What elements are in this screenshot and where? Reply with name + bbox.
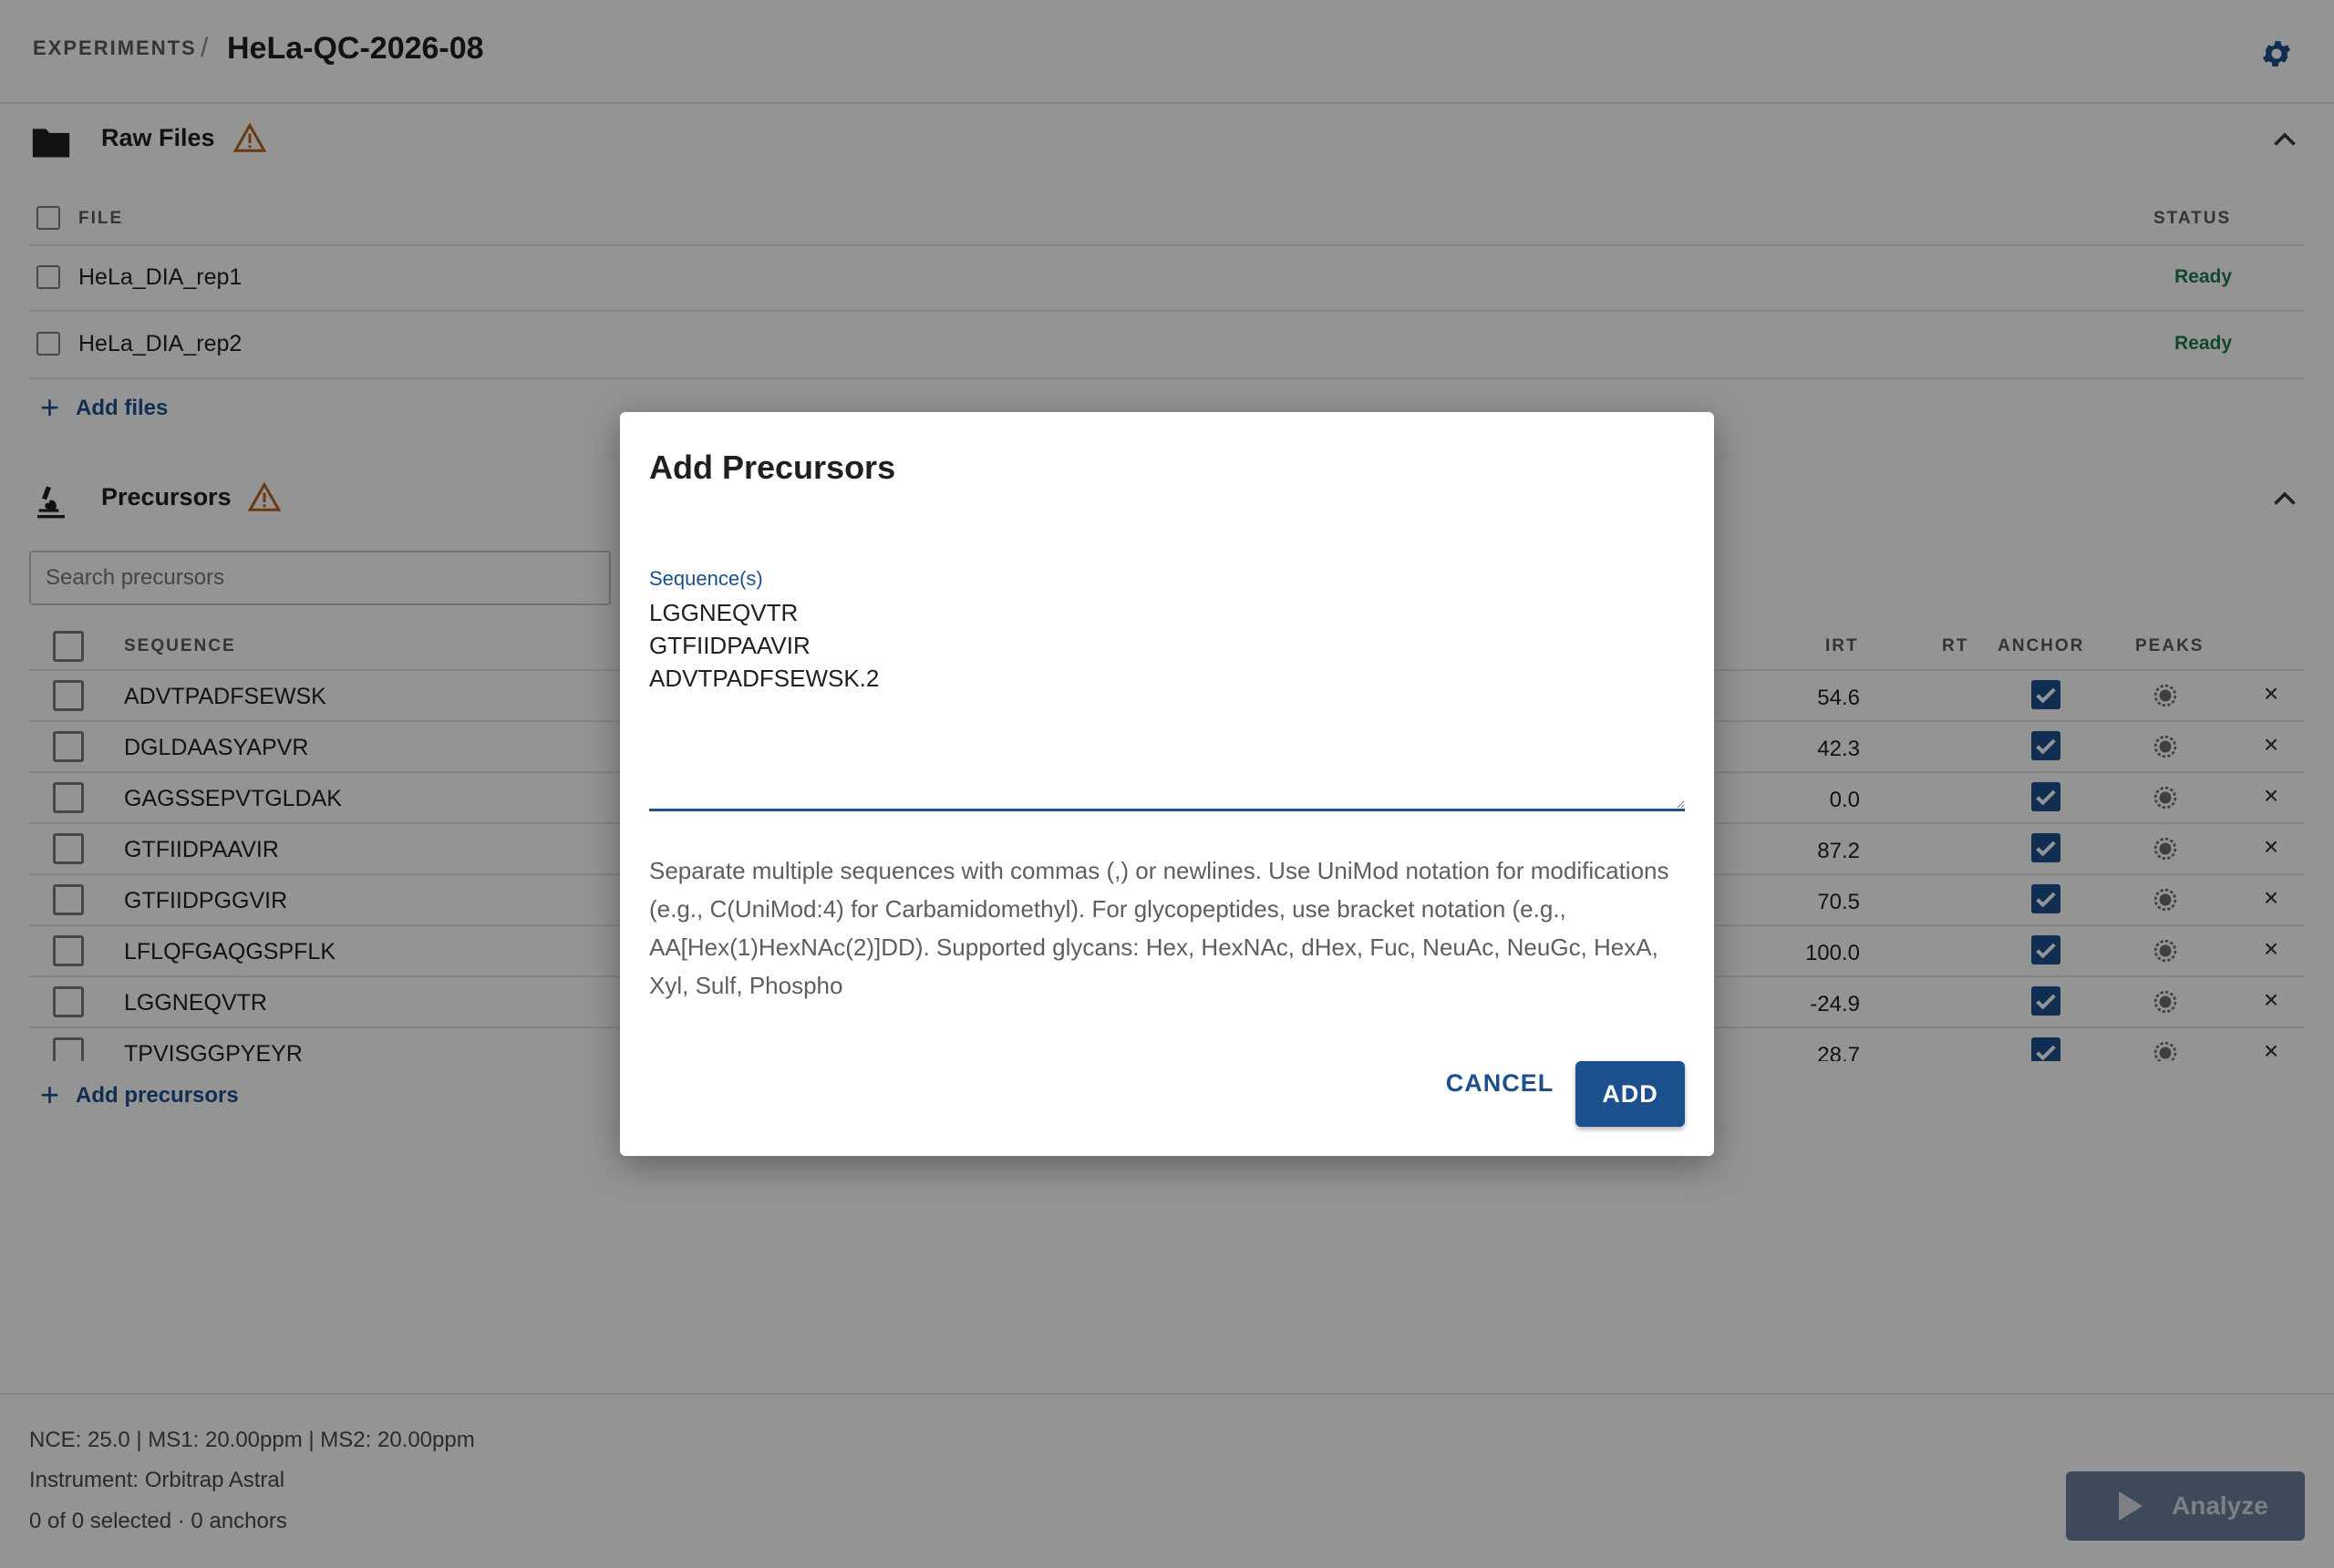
sequence-textarea[interactable]: LGGNEQVTR GTFIIDPAAVIR ADVTPADFSEWSK.2 bbox=[649, 596, 1685, 811]
helper-text: Separate multiple sequences with commas … bbox=[649, 857, 1669, 999]
experiment-page: EXPERIMENTS / HeLa-QC-2026-08 Raw Files … bbox=[0, 0, 2334, 1568]
cancel-button[interactable]: CANCEL bbox=[1422, 1056, 1577, 1110]
add-precursors-dialog: Add Precursors Sequence(s) LGGNEQVTR GTF… bbox=[620, 412, 1714, 1156]
dialog-title: Add Precursors bbox=[649, 449, 896, 486]
sequence-field-label: Sequence(s) bbox=[649, 567, 763, 590]
add-button[interactable]: ADD bbox=[1575, 1061, 1685, 1127]
